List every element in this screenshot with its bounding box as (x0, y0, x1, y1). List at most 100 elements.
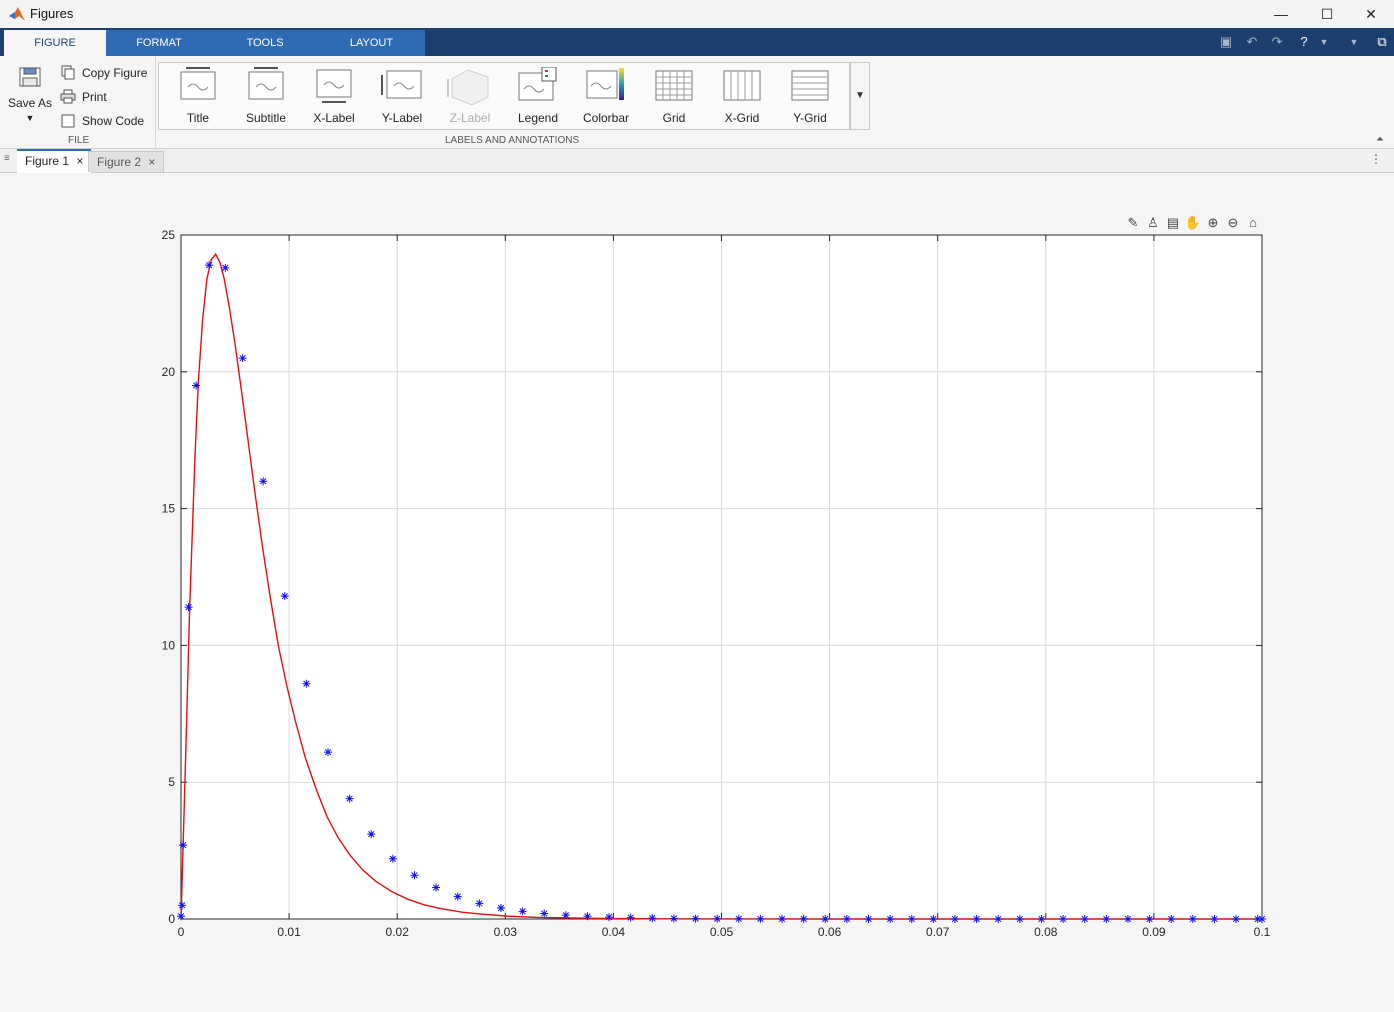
data-point-marker (842, 914, 851, 923)
data-point-marker (178, 901, 187, 910)
x-tick-label: 0.01 (277, 925, 301, 939)
y-tick-label: 10 (162, 638, 176, 652)
colorbar-button[interactable]: Colorbar (575, 65, 637, 127)
ylabel-button[interactable]: Y-Label (371, 65, 433, 127)
y-tick-label: 20 (162, 365, 176, 379)
annotations-group-label: LABELS AND ANNOTATIONS (445, 135, 580, 146)
tab-tools[interactable]: TOOLS (212, 30, 318, 56)
tab-figure-2[interactable]: Figure 2 × (88, 151, 165, 172)
window-title: Figures (30, 6, 74, 21)
data-point-marker (648, 914, 657, 923)
undock-icon[interactable]: ⧉ (1372, 32, 1392, 52)
data-point-marker (950, 915, 959, 923)
data-point-marker (756, 914, 765, 923)
redo-icon[interactable]: ↷ (1267, 32, 1287, 52)
data-point-marker (626, 913, 635, 922)
checkbox-icon[interactable] (60, 113, 76, 129)
data-point-marker (561, 911, 570, 920)
labels-annotations-group: Title Subtitle X-Label Y-Label Z-Label L… (158, 62, 870, 148)
x-tick-label: 0.09 (1142, 925, 1166, 939)
data-point-marker (821, 914, 830, 923)
data-point-marker (669, 914, 678, 923)
x-tick-label: 0.02 (386, 925, 410, 939)
x-tick-label: 0.05 (710, 925, 734, 939)
x-tick-label: 0 (178, 925, 185, 939)
xgrid-button[interactable]: X-Grid (711, 65, 773, 127)
data-point-marker (324, 748, 333, 757)
ygrid-button[interactable]: Y-Grid (779, 65, 841, 127)
grid-label: Grid (662, 111, 686, 125)
save-icon[interactable]: ▣ (1216, 32, 1236, 52)
help-icon[interactable]: ? (1294, 32, 1314, 52)
data-point-marker (192, 381, 201, 390)
data-point-marker (994, 915, 1003, 923)
data-point-marker (177, 912, 185, 921)
y-tick-label: 5 (168, 775, 175, 789)
more-options-icon[interactable]: ⋮ (1370, 152, 1382, 166)
window-titlebar: Figures — ☐ ✕ (0, 0, 1394, 29)
zlabel-button[interactable]: Z-Label (439, 65, 501, 127)
tab-figure[interactable]: FIGURE (4, 30, 106, 56)
y-tick-label: 25 (162, 228, 176, 242)
subtitle-icon (248, 67, 284, 100)
help-dropdown-icon[interactable]: ▼ (1314, 32, 1334, 52)
y-tick-label: 0 (168, 912, 175, 926)
show-code-label: Show Code (82, 114, 145, 128)
data-point-marker (345, 794, 354, 803)
data-point-marker (238, 354, 247, 363)
data-point-marker (453, 892, 462, 901)
data-point-marker (605, 913, 614, 922)
save-as-button[interactable]: Save As ▼ (6, 64, 54, 134)
legend-label: Legend (517, 111, 559, 125)
title-label: Title (186, 111, 210, 125)
tab-format[interactable]: FORMAT (106, 30, 212, 56)
data-point-marker (205, 261, 214, 270)
close-tab-icon[interactable]: × (76, 154, 83, 168)
data-point-marker (713, 914, 722, 923)
title-button[interactable]: Title (167, 65, 229, 127)
data-point-marker (1258, 915, 1266, 923)
show-code-checkbox[interactable]: Show Code (60, 112, 144, 130)
xgrid-label: X-Grid (724, 111, 760, 125)
collapse-ribbon-icon[interactable]: ⏶ (1376, 134, 1384, 145)
minimize-button[interactable]: — (1258, 0, 1304, 28)
data-point-marker (367, 830, 376, 839)
data-point-marker (799, 914, 808, 923)
data-point-marker (518, 907, 527, 916)
subtitle-label: Subtitle (245, 111, 287, 125)
ygrid-label: Y-Grid (793, 111, 827, 125)
matlab-logo-icon (9, 7, 25, 21)
copy-icon (61, 65, 75, 80)
legend-icon (518, 67, 557, 101)
data-point-marker (778, 914, 787, 923)
gallery-expand-icon[interactable]: ▼ (850, 62, 870, 130)
data-point-marker (184, 603, 193, 612)
subtitle-button[interactable]: Subtitle (235, 65, 297, 127)
ygrid-icon (791, 70, 829, 101)
tab-figure-2-label: Figure 2 (97, 155, 142, 169)
print-label: Print (82, 90, 107, 104)
print-button[interactable]: Print (60, 88, 107, 106)
quick-access-menu-icon[interactable]: ▼ (1344, 32, 1364, 52)
xlabel-button[interactable]: X-Label (303, 65, 365, 127)
x-tick-label: 0.07 (926, 925, 950, 939)
maximize-button[interactable]: ☐ (1304, 0, 1350, 28)
ylabel-icon (381, 70, 422, 99)
tab-layout[interactable]: LAYOUT (318, 30, 425, 56)
data-point-marker (734, 914, 743, 923)
close-window-button[interactable]: ✕ (1348, 0, 1394, 28)
data-point-marker (496, 904, 505, 913)
copy-figure-button[interactable]: Copy Figure (60, 64, 147, 82)
legend-button[interactable]: Legend (507, 65, 569, 127)
save-as-dropdown-icon[interactable]: ▼ (6, 113, 54, 123)
undo-icon[interactable]: ↶ (1242, 32, 1262, 52)
grid-button[interactable]: Grid (643, 65, 705, 127)
tab-menu-icon[interactable]: ≡ (4, 153, 10, 164)
xgrid-icon (723, 70, 761, 101)
plot-axes[interactable]: 0 0.01 0.02 0.03 0.04 0.05 0.06 0.07 0.08 0.09 0.1… (0, 173, 1394, 993)
tab-figure-1[interactable]: Figure 1 × (17, 149, 92, 173)
data-point-marker (929, 915, 938, 923)
close-tab-icon[interactable]: × (148, 155, 155, 169)
data-point-marker (540, 909, 549, 918)
data-point-marker (475, 899, 484, 908)
